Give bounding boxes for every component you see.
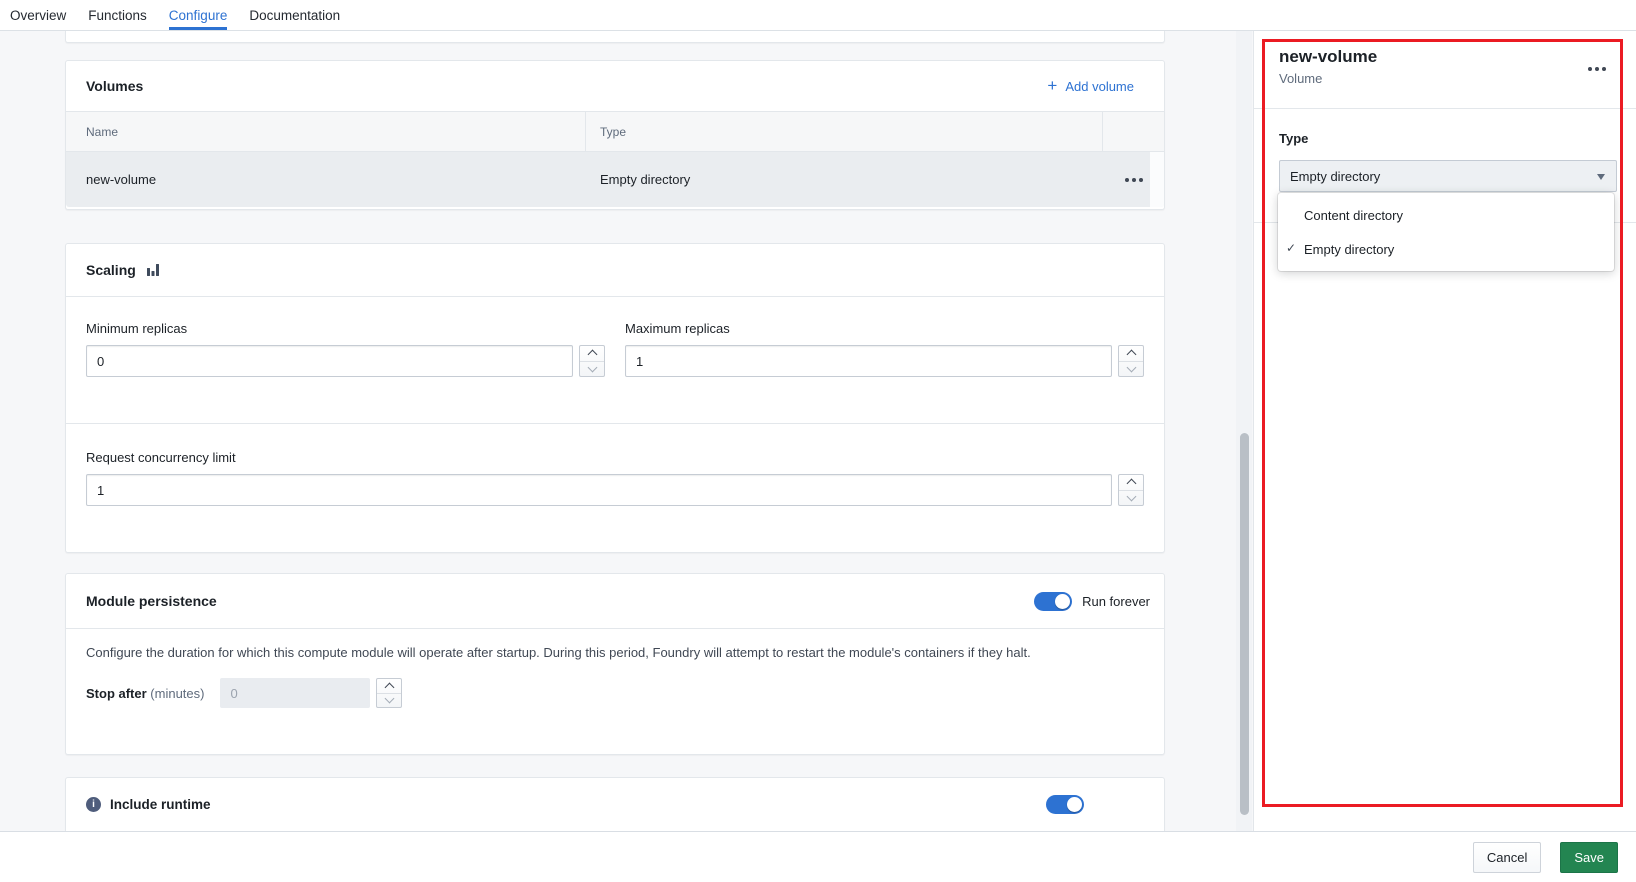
persistence-title: Module persistence	[86, 593, 217, 609]
check-icon: ✓	[1286, 241, 1297, 255]
type-select[interactable]: Empty directory	[1279, 160, 1617, 192]
persistence-description: Configure the duration for which this co…	[86, 645, 1031, 660]
stepper-up-button[interactable]	[377, 679, 401, 693]
column-header-actions	[1103, 112, 1164, 151]
tab-configure[interactable]: Configure	[168, 0, 227, 30]
min-replicas-input[interactable]	[86, 345, 573, 377]
include-runtime-toggle[interactable]	[1046, 795, 1084, 814]
stop-after-input[interactable]	[220, 678, 371, 709]
cancel-button[interactable]: Cancel	[1472, 841, 1542, 873]
table-row[interactable]: new-volume Empty directory	[66, 152, 1164, 207]
row-type-cell: Empty directory	[600, 172, 691, 187]
module-persistence-card: Module persistence Run forever Configure…	[65, 573, 1165, 755]
max-replicas-input[interactable]	[625, 345, 1112, 377]
stop-after-stepper	[376, 678, 403, 709]
option-content-directory[interactable]: Content directory	[1278, 198, 1614, 232]
scaling-title: Scaling	[86, 262, 136, 278]
tab-overview[interactable]: Overview	[10, 0, 66, 30]
column-header-type: Type	[586, 112, 1103, 151]
table-scrollbar-gutter	[1150, 152, 1164, 207]
min-replicas-stepper	[579, 345, 605, 377]
scaling-card: Scaling Minimum replicas Maximum replica…	[65, 243, 1165, 553]
max-replicas-label: Maximum replicas	[625, 321, 730, 336]
stepper-down-button[interactable]	[1119, 489, 1143, 506]
max-replicas-stepper	[1118, 345, 1144, 377]
concurrency-label: Request concurrency limit	[86, 450, 236, 465]
option-empty-directory[interactable]: ✓ Empty directory	[1278, 232, 1614, 266]
column-header-name: Name	[66, 112, 586, 151]
panel-divider	[1254, 108, 1636, 109]
panel-subtitle: Volume	[1279, 71, 1323, 86]
add-volume-button[interactable]: + Add volume	[1047, 76, 1134, 95]
caret-down-icon	[1597, 174, 1605, 180]
type-label: Type	[1279, 131, 1309, 146]
stepper-up-button[interactable]	[1119, 475, 1143, 490]
type-select-dropdown: Content directory ✓ Empty directory	[1278, 193, 1614, 271]
tab-documentation[interactable]: Documentation	[249, 0, 340, 30]
top-nav: Overview Functions Configure Documentati…	[0, 0, 1636, 31]
stepper-up-button[interactable]	[580, 346, 604, 361]
bar-chart-icon	[145, 262, 161, 278]
volumes-table-header: Name Type	[66, 111, 1164, 152]
row-name-cell: new-volume	[86, 172, 157, 187]
save-button[interactable]: Save	[1560, 841, 1618, 873]
stepper-down-button[interactable]	[580, 360, 604, 377]
stop-after-label: Stop after (minutes)	[86, 685, 205, 701]
plus-icon: +	[1047, 76, 1058, 95]
volumes-title: Volumes	[86, 78, 144, 94]
min-replicas-label: Minimum replicas	[86, 321, 188, 336]
stepper-down-button[interactable]	[1119, 360, 1143, 377]
panel-title: new-volume	[1279, 47, 1378, 66]
volumes-card: Volumes + Add volume Name Type new-volum…	[65, 60, 1165, 210]
include-runtime-card: i Include runtime	[65, 777, 1165, 831]
volume-details-panel: new-volume Volume Type Empty directory C…	[1253, 31, 1636, 831]
run-forever-label: Run forever	[1082, 593, 1150, 609]
row-more-button[interactable]	[1119, 172, 1149, 188]
concurrency-stepper	[1118, 474, 1144, 506]
scrolled-card-bottom	[65, 31, 1165, 43]
include-runtime-label: Include runtime	[110, 797, 211, 812]
info-circle-icon: i	[86, 797, 101, 812]
concurrency-input[interactable]	[86, 474, 1112, 506]
stepper-down-button[interactable]	[377, 692, 402, 708]
footer-bar: Cancel Save	[0, 831, 1636, 882]
main-scrollbar-thumb[interactable]	[1240, 433, 1249, 815]
stepper-up-button[interactable]	[1119, 346, 1143, 361]
run-forever-toggle[interactable]	[1034, 591, 1073, 611]
tab-functions[interactable]: Functions	[88, 0, 147, 30]
panel-more-button[interactable]	[1582, 61, 1612, 77]
